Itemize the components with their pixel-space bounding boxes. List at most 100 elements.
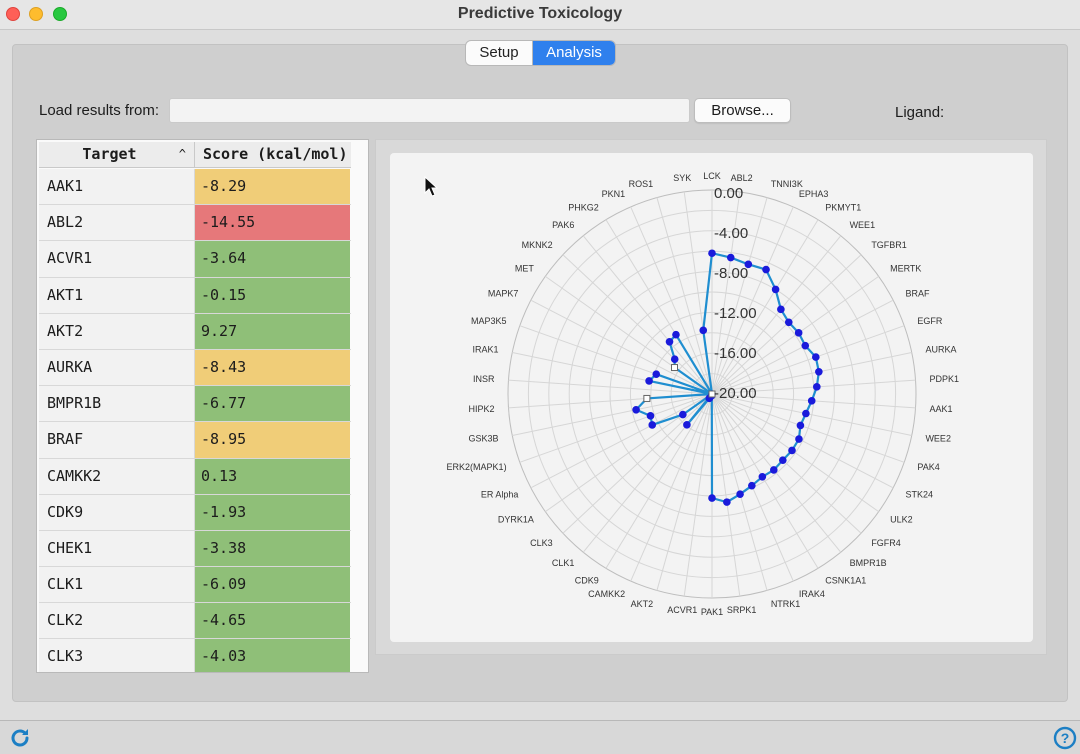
table-row[interactable]: ABL2 -14.55 [39,205,351,242]
radar-category-label: INSR [473,374,495,384]
radar-category-label: CAMKK2 [588,589,625,599]
radar-point [779,456,787,464]
radar-category-label: ER Alpha [481,489,519,499]
cell-score: -6.77 [195,386,350,422]
radar-point [736,490,744,498]
table-row[interactable]: AAK1 -8.29 [39,169,351,206]
table-row[interactable]: ACVR1 -3.64 [39,241,351,278]
radar-point [708,249,716,258]
radar-category-label: MAPK7 [488,289,519,299]
table-row[interactable]: BRAF -8.95 [39,422,351,459]
radar-category-label: AURKA [925,345,956,355]
radar-category-label: IRAK4 [799,589,825,599]
radar-point [771,285,780,294]
title-bar: Predictive Toxicology [0,0,1080,30]
radar-category-label: PAK6 [552,220,574,230]
radar-category-label: IRAK1 [473,345,499,355]
cell-target: ACVR1 [39,241,195,277]
radar-category-label: DYRK1A [498,515,534,525]
cell-score: 9.27 [195,313,350,349]
radar-point [665,337,674,346]
browse-button[interactable]: Browse... [694,98,791,123]
radar-point [801,341,810,350]
radar-category-label: AAK1 [929,404,952,414]
cell-target: AAK1 [39,169,195,205]
table-row[interactable]: CLK2 -4.65 [39,603,351,640]
table-row[interactable]: CHEK1 -3.38 [39,530,351,568]
tab-bar: Setup Analysis [465,40,616,66]
radar-category-label: FGFR4 [871,538,901,548]
cell-target: CHEK1 [39,530,195,567]
svg-text:?: ? [1061,730,1070,746]
radar-category-label: HIPK2 [468,404,494,414]
radar-spoke [562,393,713,534]
radar-point [769,466,778,474]
radar-category-label: GSK3B [469,433,499,443]
tab-analysis[interactable]: Analysis [533,41,615,65]
column-header-target[interactable]: Target ^ [39,142,195,167]
radar-spoke [605,393,713,569]
cell-score: -3.64 [195,241,350,277]
radar-point [699,326,708,335]
column-header-score[interactable]: Score (kcal/mol) [195,142,351,167]
radar-category-label: SRPK1 [727,605,757,615]
radar-point [794,329,803,337]
radar-point [645,377,653,385]
cell-target: CAMKK2 [39,458,195,494]
ligand-label: Ligand: [895,104,945,121]
radar-category-label: SYK [673,173,691,183]
radar-spoke [530,393,713,489]
table-row[interactable]: CLK1 -6.09 [39,567,351,604]
radar-point-square [643,394,651,402]
cell-target: ABL2 [39,205,195,241]
radar-point [679,410,687,419]
results-table: Target ^ Score (kcal/mol) AAK1 -8.29 ABL2-… [36,139,369,673]
table-row[interactable]: CDK9 -1.93 [39,494,351,531]
load-results-label: Load results from: [39,102,160,119]
radar-category-label: AKT2 [631,599,654,609]
table-row[interactable]: CAMKK2 0.13 [39,458,351,495]
cell-score: -4.03 [195,639,350,672]
table-row[interactable]: BMPR1B -6.77 [39,386,351,423]
table-row[interactable]: AKT1 -0.15 [39,277,351,314]
tab-setup[interactable]: Setup [466,41,533,65]
cell-target: CLK2 [39,603,195,639]
radar-category-label: WEE1 [850,220,876,230]
radar-point [784,318,793,327]
radar-point [748,481,756,490]
radar-category-label: CDK9 [575,575,599,585]
refresh-icon[interactable] [8,726,32,750]
radar-point [652,370,661,378]
radar-category-label: ULK2 [890,515,913,525]
radar-spoke [711,191,741,395]
radar-category-label: ROS1 [629,179,654,189]
table-row[interactable]: CLK3 -4.03 [39,639,351,672]
cell-score: -8.95 [195,422,350,458]
help-icon[interactable]: ? [1053,726,1077,750]
radar-category-label: TNNI3K [771,179,803,189]
radar-category-label: BRAF [906,289,931,299]
radar-category-label: MET [515,263,535,273]
radar-category-label: PKN1 [602,189,626,199]
column-header-target-label: Target [82,145,137,163]
radar-category-label: TGFBR1 [871,240,907,250]
radar-category-label: EGFR [917,316,943,326]
radar-point [672,330,680,339]
cell-target: AKT1 [39,277,195,313]
load-results-path-field[interactable] [169,98,690,123]
cell-score: -8.29 [195,169,350,205]
radar-point [708,494,716,502]
table-header: Target ^ Score (kcal/mol) [39,142,351,168]
radar-category-label: CLK1 [552,558,575,568]
radar-category-label: PAK1 [701,607,723,617]
app-window: Predictive Toxicology Setup Analysis Loa… [0,0,1080,754]
radar-spoke [711,393,862,534]
radar-spoke [630,393,713,582]
radar-spoke [562,254,713,395]
cell-score: -6.09 [195,567,350,603]
table-row[interactable]: AKT2 9.27 [39,313,351,350]
radar-category-label: BMPR1B [850,558,887,568]
radar-point [815,367,823,376]
window-title: Predictive Toxicology [457,5,623,22]
table-row[interactable]: AURKA -8.43 [39,349,351,387]
